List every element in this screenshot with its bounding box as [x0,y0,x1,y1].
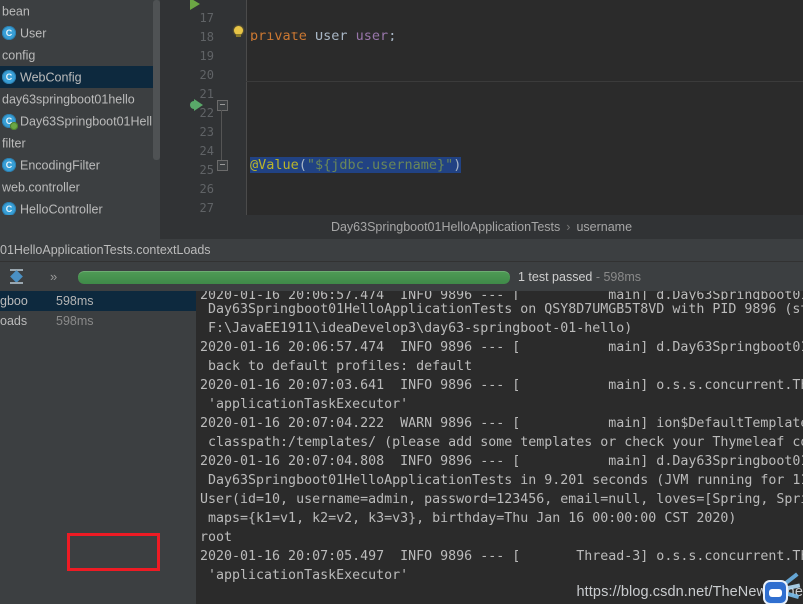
console-line-partial: 2020-01-16 20:06:57.474 INFO 9896 --- [ … [200,291,803,300]
fold-marker-end[interactable] [217,160,228,171]
project-tree-panel[interactable]: bean User config WebConfig day63springbo… [0,0,160,215]
fold-marker-method[interactable] [217,100,228,111]
line-number: 27 [199,201,214,215]
tree-item-web-controller[interactable]: web.controller [0,176,160,198]
line-number: 25 [199,163,214,177]
breadcrumb-item-field[interactable]: username [576,220,632,234]
top-run-arrow-icon[interactable] [190,0,200,10]
tree-item-bean[interactable]: bean [0,0,160,22]
expand-collapse-icon[interactable] [8,268,25,285]
tree-item-label: EncodingFilter [20,158,100,173]
test-tree-row-class[interactable]: gboo 598ms [0,291,196,311]
class-icon [2,26,16,40]
idea-window: bean User config WebConfig day63springbo… [0,0,803,604]
console-line: F:\JavaEE1911\ideaDevelop3\day63-springb… [200,321,633,336]
csdn-logo-icon [761,572,801,604]
code-separator [246,81,803,82]
top-region: bean User config WebConfig day63springbo… [0,0,803,215]
console-line: 2020-01-16 20:06:57.474 INFO 9896 --- [ … [200,340,803,355]
tree-item-day63springboot01hellotests[interactable]: Day63Springboot01Hell [0,110,160,132]
code-line-18: @Value("${jdbc.username}") [250,157,462,173]
tree-item-user[interactable]: User [0,22,160,44]
breadcrumb-separator: › [566,220,571,234]
run-test-gutter-icon[interactable] [190,99,205,112]
console-line: 'applicationTaskExecutor' [200,397,409,412]
line-number: 24 [199,144,214,158]
annotation-highlight-box [67,533,160,571]
tree-scrollbar[interactable] [153,0,160,160]
breadcrumb-item-class[interactable]: Day63Springboot01HelloApplicationTests [331,220,560,234]
console-line: Day63Springboot01HelloApplicationTests o… [200,302,803,317]
console-line: 2020-01-16 20:07:03.641 INFO 9896 --- [ … [200,378,803,393]
code-line-16-partial: private User user; [250,32,397,41]
console-line-user-output: User(id=10, username=admin, password=123… [200,492,803,507]
test-progress-fill [78,271,510,284]
tree-item-webconfig[interactable]: WebConfig [0,66,160,88]
tree-item-encodingfilter[interactable]: EncodingFilter [0,154,160,176]
tree-item-config[interactable]: config [0,44,160,66]
line-number: 19 [199,49,214,63]
tree-item-day63springboot01hello[interactable]: day63springboot01hello [0,88,160,110]
fold-connector [221,110,222,160]
class-icon [2,158,16,172]
console-line: 2020-01-16 20:07:05.497 INFO 9896 --- [ … [200,549,803,564]
test-runner-toolbar: » 1 test passed - 598ms [0,261,803,292]
tree-item-label: day63springboot01hello [2,92,135,107]
test-passed-label: 1 test passed [518,270,593,284]
class-icon [2,70,16,84]
test-status-text: 1 test passed - 598ms [518,270,641,284]
console-line: back to default profiles: default [200,359,473,374]
class-icon [2,202,16,215]
console-line: Day63Springboot01HelloApplicationTests i… [200,473,803,488]
test-tree-duration: 598ms [56,294,94,308]
line-number: 18 [199,30,214,44]
watermark: https://blog.csdn.net/TheNew_One [577,572,803,604]
chevron-right-icon[interactable]: » [50,268,57,285]
test-tree-label: gboo [0,294,28,308]
tree-item-label: bean [2,4,30,19]
breadcrumb-left-spacer [0,215,160,239]
code-content[interactable]: private User user; @Value("${jdbc.userna… [246,0,803,215]
tree-item-label: filter [2,136,26,151]
line-number: 20 [199,68,214,82]
tree-item-hellocontroller[interactable]: HelloController [0,198,160,215]
line-number: 17 [199,11,214,25]
test-progress-bar [78,271,510,284]
breadcrumb[interactable]: Day63Springboot01HelloApplicationTests › u… [160,215,803,239]
test-tree-row-method[interactable]: oads 598ms [0,311,196,331]
test-tree-duration: 598ms [56,314,94,328]
line-number: 26 [199,182,214,196]
tree-item-label: WebConfig [20,70,82,85]
console-line-user-output-cont: maps={k1=v1, k2=v2, k3=v3}, birthday=Thu… [200,511,737,526]
breadcrumb-bar: Day63Springboot01HelloApplicationTests › u… [0,215,803,239]
line-number: 23 [199,125,214,139]
tree-item-label: Day63Springboot01Hell [20,114,153,129]
tree-item-filter[interactable]: filter [0,132,160,154]
test-tree-label: oads [0,314,28,328]
console-line-root-output: root [200,530,233,545]
console-output[interactable]: 2020-01-16 20:06:57.474 INFO 9896 --- [ … [196,291,803,604]
test-class-icon [2,114,18,130]
test-duration-label: - 598ms [595,270,641,284]
console-line: 2020-01-16 20:07:04.222 WARN 9896 --- [ … [200,416,803,431]
console-line: 2020-01-16 20:07:04.808 INFO 9896 --- [ … [200,454,803,469]
code-editor[interactable]: 17 18 19 20 21 22 23 24 25 26 27 private… [160,0,803,215]
intention-bulb-icon[interactable] [234,26,245,39]
tree-item-label: web.controller [2,180,80,195]
tree-item-label: HelloController [20,202,103,215]
tree-item-label: User [20,26,47,41]
tree-item-label: config [2,48,36,63]
console-line: classpath:/templates/ (please add some t… [200,435,803,450]
run-configuration-title: 01HelloApplicationTests.contextLoads [0,239,803,261]
